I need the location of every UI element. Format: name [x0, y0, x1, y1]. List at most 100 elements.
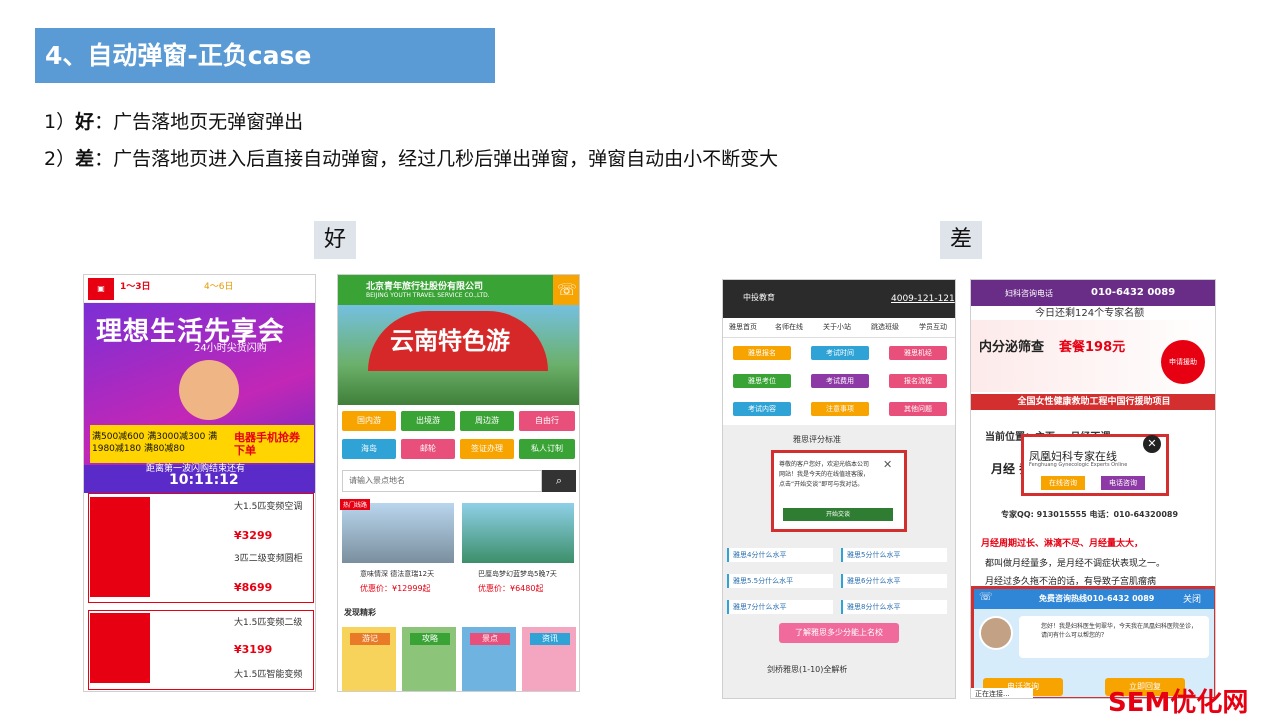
p1-phone-promo[interactable]: 电器手机抢券下单: [234, 431, 304, 457]
p2-company-name: 北京青年旅行社股份有限公司: [366, 282, 484, 292]
p3-menu-button[interactable]: 考试内容: [733, 402, 791, 416]
p2-category-button[interactable]: 私人订制: [519, 439, 575, 459]
p3-menu-button[interactable]: 报名流程: [889, 374, 947, 388]
p3-list-item[interactable]: 雅思4分什么水平: [727, 548, 833, 562]
p1-product-price: ¥3199: [234, 643, 273, 656]
search-icon[interactable]: ⌕: [542, 470, 576, 492]
p4-chat-close-button[interactable]: 关闭: [1183, 592, 1201, 605]
p4-quota: 今日还剩124个专家名额: [1035, 308, 1145, 319]
p3-nav-item[interactable]: 关于小站: [823, 322, 851, 332]
p4-chat-message: 您好！我是妇科医生何翠华，今天我在凤凰妇科医院坐诊，请问有什么可以帮您的？: [1041, 623, 1198, 639]
p2-card-image[interactable]: [342, 503, 454, 563]
p1-product-name: 3匹二级变频圆柜: [234, 554, 303, 564]
screenshot-clinic-page: 妇科咨询电话 010-6432 0089 今日还剩124个专家名额 内分泌筛查 …: [970, 279, 1216, 699]
p3-menu-button[interactable]: 雅思报名: [733, 346, 791, 360]
p3-nav-item[interactable]: 雅思首页: [729, 322, 757, 332]
p2-card-image[interactable]: [462, 503, 574, 563]
p3-phone-link[interactable]: 4009-121-121: [891, 294, 955, 304]
p3-list-item[interactable]: 雅思5.5分什么水平: [727, 574, 833, 588]
p3-start-chat-button[interactable]: 开始交谈: [783, 508, 893, 521]
point-bad-bold: 差: [75, 148, 95, 170]
p1-product-name: 大1.5匹变频空调: [234, 502, 303, 512]
p2-card-price: 优惠价：¥12999起: [360, 584, 431, 593]
p1-header: [84, 275, 315, 303]
p2-category-button[interactable]: 出境游: [401, 411, 455, 431]
screenshot-shopping-page: ▣ 1～3日 4～6日 理想生活先享会 24小时尖货闪购 满500减600 满3…: [83, 274, 316, 692]
p2-tile-label: 资讯: [530, 633, 570, 645]
p4-contact-line: 专家QQ: 913015555 电话：010-64320089: [1001, 510, 1179, 519]
phone-icon[interactable]: ☏: [553, 275, 579, 305]
p3-list-item[interactable]: 雅思8分什么水平: [841, 600, 947, 614]
p3-menu-button[interactable]: 雅思考位: [733, 374, 791, 388]
p3-list-item[interactable]: 雅思7分什么水平: [727, 600, 833, 614]
p2-category-button[interactable]: 签证办理: [460, 439, 514, 459]
p4-banner-title: 内分泌筛查: [979, 340, 1045, 355]
close-icon[interactable]: ✕: [883, 458, 892, 471]
p2-category-button[interactable]: 自由行: [519, 411, 575, 431]
p3-nav-item[interactable]: 跳选班级: [871, 322, 899, 332]
p1-timer: 10:11:12: [169, 472, 239, 488]
p4-connection-status: 正在连接...: [971, 688, 1033, 698]
p4-banner-price: 套餐198元: [1059, 340, 1126, 355]
p3-nav-item[interactable]: 名师在线: [775, 322, 803, 332]
p1-date-1: 1～3日: [120, 282, 151, 292]
p2-tile-label: 景点: [470, 633, 510, 645]
p3-bottom-title: 剑桥雅思(1-10)全解析: [767, 665, 848, 674]
p2-category-button[interactable]: 周边游: [460, 411, 514, 431]
slide-title: 4、自动弹窗-正负case: [35, 28, 495, 83]
p4-header-label: 妇科咨询电话: [1005, 289, 1053, 298]
p4-online-consult-button[interactable]: 在线咨询: [1041, 476, 1085, 490]
p1-date-2: 4～6日: [204, 282, 234, 292]
p4-article-text: 都叫做月经量多，是月经不调症状表现之一。: [985, 559, 1166, 569]
p4-chat-hotline: 免费咨询热线010-6432 0089: [1039, 594, 1155, 603]
p1-brand-panel-1: [90, 497, 150, 597]
p2-card-title: 意味情深 德法意瑞12天: [360, 570, 435, 578]
point-bad: 2）差：广告落地页进入后直接自动弹窗，经过几秒后弹出弹窗，弹窗自动由小不断变大: [44, 144, 778, 171]
p2-category-button[interactable]: 海岛: [342, 439, 396, 459]
point-bad-text: ：广告落地页进入后直接自动弹窗，经过几秒后弹出弹窗，弹窗自动由小不断变大: [94, 148, 779, 170]
p1-hero-subtitle: 24小时尖货闪购: [194, 343, 267, 354]
search-input[interactable]: 请输入景点地名: [342, 470, 542, 492]
p4-project-strip: 全国女性健康救助工程中国行援助项目: [971, 394, 1215, 410]
p3-list-item[interactable]: 雅思6分什么水平: [841, 574, 947, 588]
p3-logo: 中投教育: [743, 293, 775, 302]
p1-offer-text: 满500减600 满3000减300 满1980减180 满80减80: [92, 432, 218, 454]
avatar: [979, 616, 1013, 650]
p2-hero-title: 云南特色游: [390, 327, 510, 355]
point-good-label: 1）: [44, 111, 76, 133]
watermark-logo: SEM优化网: [1108, 688, 1249, 718]
p3-nav-item[interactable]: 学员互动: [919, 322, 947, 332]
p2-card-price: 优惠价：¥6480起: [478, 584, 544, 593]
p3-menu-button[interactable]: 考试时间: [811, 346, 869, 360]
p1-product-name: 大1.5匹智能变频: [234, 670, 303, 680]
close-icon[interactable]: ✕: [1143, 435, 1161, 453]
p4-article-highlight: 月经周期过长、淋漓不尽、月经量太大，: [981, 539, 1144, 549]
p3-menu-button[interactable]: 注意事项: [811, 402, 869, 416]
p2-category-button[interactable]: 国内游: [342, 411, 396, 431]
p4-apply-button[interactable]: 申请援助: [1161, 340, 1205, 384]
p2-hot-badge: 热门线路: [340, 499, 371, 510]
tag-good: 好: [314, 221, 356, 259]
p2-category-button[interactable]: 邮轮: [401, 439, 455, 459]
p4-popup-subtitle: Fenghuang Gynecologic Experts Online: [1029, 462, 1128, 468]
p2-discover-title: 发现精彩: [344, 608, 376, 617]
screenshot-ielts-page: 中投教育 4009-121-121 雅思首页 名师在线 关于小站 跳选班级 学员…: [722, 279, 956, 699]
p4-header-phone[interactable]: 010-6432 0089: [1091, 287, 1175, 298]
screenshot-travel-page: 北京青年旅行社股份有限公司 BEIJING YOUTH TRAVEL SERVI…: [337, 274, 580, 692]
p2-tile-label: 攻略: [410, 633, 450, 645]
p1-product-price: ¥8699: [234, 581, 273, 594]
point-bad-label: 2）: [44, 148, 76, 170]
p1-brand-panel-2: [90, 613, 150, 683]
p3-menu-button[interactable]: 雅思机经: [889, 346, 947, 360]
p2-tile-label: 游记: [350, 633, 390, 645]
p3-school-button[interactable]: 了解雅思多少分能上名校: [779, 623, 899, 643]
p1-product-name: 大1.5匹变频二级: [234, 618, 303, 628]
p3-menu-button[interactable]: 考试费用: [811, 374, 869, 388]
point-good-bold: 好: [75, 111, 95, 133]
p4-phone-consult-button[interactable]: 电话咨询: [1101, 476, 1145, 490]
p3-menu-button[interactable]: 其他问题: [889, 402, 947, 416]
point-good: 1）好：广告落地页无弹窗弹出: [44, 107, 303, 134]
p3-list-item[interactable]: 雅思5分什么水平: [841, 548, 947, 562]
p3-section-title: 雅思评分标准: [793, 435, 841, 444]
p2-company-name-en: BEIJING YOUTH TRAVEL SERVICE CO.,LTD.: [366, 292, 490, 299]
